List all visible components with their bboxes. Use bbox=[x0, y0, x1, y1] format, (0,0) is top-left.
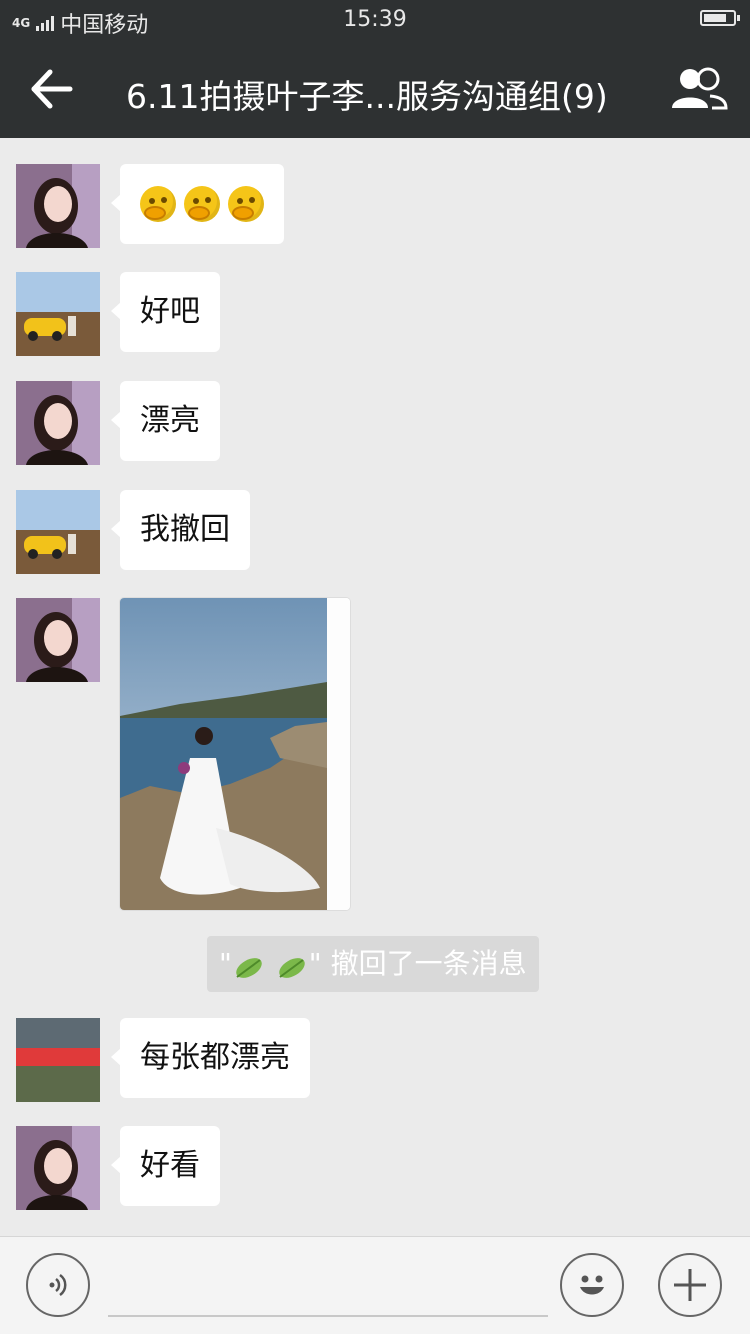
chat-title: 6.11拍摄叶子李...服务沟通组(9) bbox=[126, 77, 608, 116]
leaf-icon bbox=[232, 948, 266, 982]
avatar[interactable] bbox=[16, 1126, 100, 1210]
emoji-icon[interactable] bbox=[560, 1253, 624, 1317]
message-input[interactable] bbox=[108, 1315, 548, 1317]
avatar[interactable] bbox=[16, 1018, 100, 1102]
voice-icon[interactable] bbox=[26, 1253, 90, 1317]
avatar[interactable] bbox=[16, 490, 100, 574]
avatar[interactable] bbox=[16, 272, 100, 356]
message-bubble[interactable]: 好看 bbox=[111, 1126, 220, 1206]
avatar[interactable] bbox=[16, 164, 100, 248]
message-bubble[interactable]: 漂亮 bbox=[111, 381, 220, 461]
avatar[interactable] bbox=[16, 381, 100, 465]
group-members-icon[interactable] bbox=[670, 66, 728, 112]
leaf-icon bbox=[275, 948, 309, 982]
recall-notice: " " 撤回了一条消息 bbox=[207, 936, 539, 992]
chat-history[interactable]: 好吧 漂亮 我撤回 " " 撤回了一条消息 每张都漂亮 好看 bbox=[0, 138, 750, 1236]
message-bubble[interactable]: 好吧 bbox=[111, 272, 220, 352]
clock: 15:39 bbox=[343, 7, 407, 32]
message-bubble[interactable]: 每张都漂亮 bbox=[111, 1018, 310, 1098]
thinking-face-emoji bbox=[228, 186, 264, 222]
message-bubble[interactable]: 我撤回 bbox=[111, 490, 250, 570]
message-bubble[interactable] bbox=[111, 164, 284, 244]
battery-icon bbox=[700, 10, 740, 26]
status-bar: 4G 中国移动 15:39 bbox=[0, 0, 750, 40]
thinking-face-emoji bbox=[184, 186, 220, 222]
input-bar bbox=[0, 1236, 750, 1334]
wedding-photo[interactable] bbox=[120, 598, 350, 910]
thinking-face-emoji bbox=[140, 186, 176, 222]
chat-header: 6.11拍摄叶子李...服务沟通组(9) bbox=[0, 40, 750, 138]
avatar[interactable] bbox=[16, 598, 100, 682]
back-arrow-icon[interactable] bbox=[28, 68, 74, 110]
plus-icon[interactable] bbox=[658, 1253, 722, 1317]
recall-text: 撤回了一条消息 bbox=[330, 947, 527, 980]
